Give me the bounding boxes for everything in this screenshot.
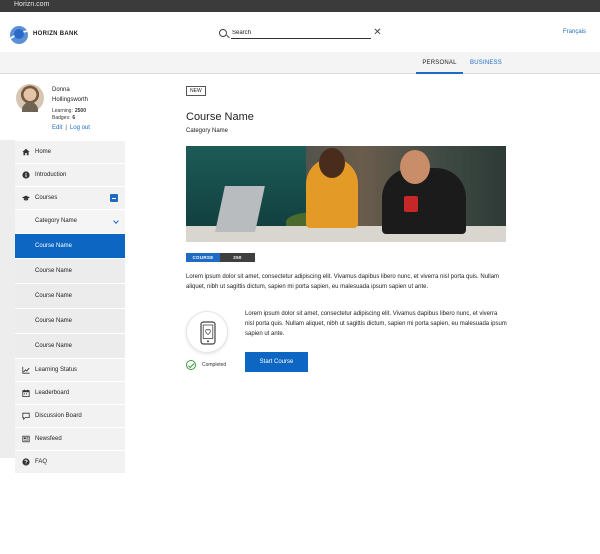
info-icon [22,171,30,179]
sidebar-item-label: Course Name [35,293,73,299]
tab-business[interactable]: BUSINESS [466,52,506,74]
sidebar-item-label: Introduction [35,172,67,178]
sidebar-item-leaderboard[interactable]: Leaderboard [15,382,125,404]
avatar [16,84,44,112]
sidebar-item-label: Newsfeed [35,436,62,442]
points-tag: 250 POINTS [220,253,255,269]
sidebar-item-course[interactable]: Course Name [15,309,125,333]
badges-label: Badges: [52,115,71,121]
page-title: Course Name [186,111,254,123]
sidebar-item-label: Course Name [35,318,73,324]
course-details-text: Lorem ipsum dolor sit amet, consectetur … [245,311,507,337]
sidebar-item-label: Course Name [35,243,73,249]
sidebar-item-course-active[interactable]: Course Name [15,234,125,258]
profile-card: Donna Hollingsworth Learning: 2500 Badges… [16,84,126,136]
profile-links: Edit | Log out [52,125,90,131]
header: HORIZN BANK ✕ Français [0,12,600,52]
logout-link[interactable]: Log out [70,125,90,131]
brand-name: HORIZN BANK [33,31,79,37]
phone-icon [200,321,216,345]
sidebar-item-course[interactable]: Course Name [15,334,125,358]
question-icon [22,458,30,466]
browser-bar: Horizn.com [0,0,600,12]
learning-value: 2500 [74,108,86,114]
sidebar-item-introduction[interactable]: Introduction [15,164,125,186]
course-icon-circle [186,311,228,353]
sidebar-item-label: Leaderboard [35,390,70,396]
status-label: Completed [202,362,227,368]
chat-icon [22,412,30,420]
sidebar-item-label: Discussion Board [35,413,82,419]
calendar-icon [22,389,30,397]
sidebar-item-category[interactable]: Category Name [15,210,125,233]
course-tags: COURSE 250 POINTS [186,253,255,269]
sidebar-item-label: Category Name [35,218,78,224]
sidebar-gutter [0,140,15,458]
sidebar-item-home[interactable]: Home [15,141,125,163]
profile-first-name: Donna [52,87,70,93]
sidebar-item-label: Home [35,149,52,155]
tab-personal[interactable]: PERSONAL [416,52,463,74]
sidebar-item-label: Learning Status [35,367,78,373]
sidebar-item-faq[interactable]: FAQ [15,451,125,473]
newspaper-icon [22,435,30,443]
bank-logo-icon[interactable] [10,26,28,44]
sidebar-item-discussion-board[interactable]: Discussion Board [15,405,125,427]
badges-count: Badges: 6 [52,115,75,121]
sidebar-item-newsfeed[interactable]: Newsfeed [15,428,125,450]
home-icon [22,148,30,156]
sidebar-item-label: Course Name [35,268,73,274]
start-course-button[interactable]: Start Course [245,352,308,372]
course-category: Category Name [186,128,229,134]
link-separator: | [65,125,67,131]
sidebar-item-label: FAQ [35,459,48,465]
search-icon[interactable] [219,29,227,37]
sidebar-item-label: Course Name [35,343,73,349]
language-link[interactable]: Français [563,29,586,35]
graduation-cap-icon [22,195,30,201]
sidebar-item-courses[interactable]: Courses [15,187,125,209]
browser-url: Horizn.com [14,1,50,8]
search-bar: ✕ [219,28,382,40]
chart-line-icon [22,366,30,374]
sidebar-item-course[interactable]: Course Name [15,259,125,283]
sidebar-item-course[interactable]: Course Name [15,284,125,308]
edit-link[interactable]: Edit [52,125,62,131]
sidebar-menu: Home Introduction Courses Category Name … [15,141,125,474]
new-badge: NEW [186,86,206,96]
learning-label: Learning: [52,108,73,114]
course-type-tag: COURSE [186,253,220,262]
badges-value: 6 [72,115,76,121]
sidebar-item-label: Courses [35,195,58,201]
course-description: Lorem ipsum dolor sit amet, consectetur … [186,274,500,290]
course-hero-image [186,146,506,242]
collapse-icon[interactable] [110,194,118,202]
close-icon[interactable]: ✕ [373,28,382,38]
chevron-down-icon[interactable] [113,218,119,224]
learning-points: Learning: 2500 [52,108,86,114]
search-input[interactable] [231,28,371,39]
top-nav: PERSONAL BUSINESS [0,52,600,74]
check-circle-icon [186,360,196,370]
profile-last-name: Hollingsworth [52,97,89,103]
sidebar-item-learning-status[interactable]: Learning Status [15,359,125,381]
